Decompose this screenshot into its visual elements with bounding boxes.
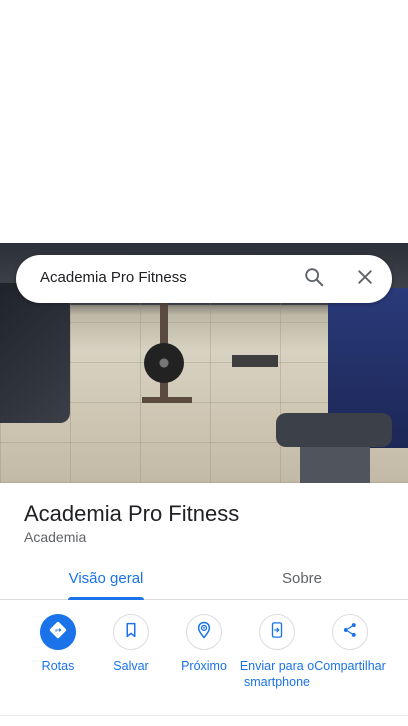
nearby-button[interactable]: Próximo <box>166 614 242 674</box>
place-category[interactable]: Academia <box>24 529 86 545</box>
search-icon <box>303 266 325 293</box>
bottom-divider <box>0 715 408 716</box>
search-input[interactable]: Academia Pro Fitness <box>40 269 187 286</box>
send-to-phone-label: Enviar para o smartphone <box>239 659 315 689</box>
share-button-circle[interactable] <box>332 614 368 650</box>
nearby-button-circle[interactable] <box>186 614 222 650</box>
photo-bench <box>276 413 392 447</box>
search-button[interactable] <box>298 263 330 295</box>
nearby-icon <box>194 620 214 645</box>
search-bar[interactable]: Academia Pro Fitness <box>16 255 392 303</box>
directions-icon <box>48 620 68 645</box>
close-icon <box>355 267 375 292</box>
directions-button-circle[interactable] <box>40 614 76 650</box>
blank-map-area <box>0 0 408 243</box>
tab-overview[interactable]: Visão geral <box>60 556 152 600</box>
photo-weight-plate <box>144 343 184 383</box>
directions-label: Rotas <box>41 659 75 673</box>
photo-machine-left <box>0 283 70 423</box>
tab-selected-indicator <box>68 597 144 600</box>
photo-mat <box>232 355 278 367</box>
tab-about[interactable]: Sobre <box>260 556 344 600</box>
place-title: Academia Pro Fitness <box>24 501 240 526</box>
photo-rack-base <box>142 397 192 403</box>
close-button[interactable] <box>349 263 381 295</box>
tab-overview-label: Visão geral <box>68 569 144 587</box>
tab-about-label: Sobre <box>281 569 323 587</box>
action-buttons: Rotas Salvar Próximo Enviar para o smart… <box>0 614 408 714</box>
share-button[interactable]: Compartilhar <box>312 614 388 674</box>
send-to-phone-icon <box>268 621 286 644</box>
directions-button[interactable]: Rotas <box>20 614 96 674</box>
save-button-circle[interactable] <box>113 614 149 650</box>
share-label: Compartilhar <box>314 659 386 673</box>
nearby-label: Próximo <box>181 659 227 673</box>
photo-bench-leg <box>300 447 370 483</box>
place-tabs: Visão geral Sobre <box>0 556 408 600</box>
save-label: Salvar <box>113 659 149 673</box>
save-button[interactable]: Salvar <box>93 614 169 674</box>
send-to-phone-button-circle[interactable] <box>259 614 295 650</box>
bookmark-icon <box>122 621 140 644</box>
share-icon <box>341 621 359 644</box>
send-to-phone-button[interactable]: Enviar para o smartphone <box>239 614 315 690</box>
